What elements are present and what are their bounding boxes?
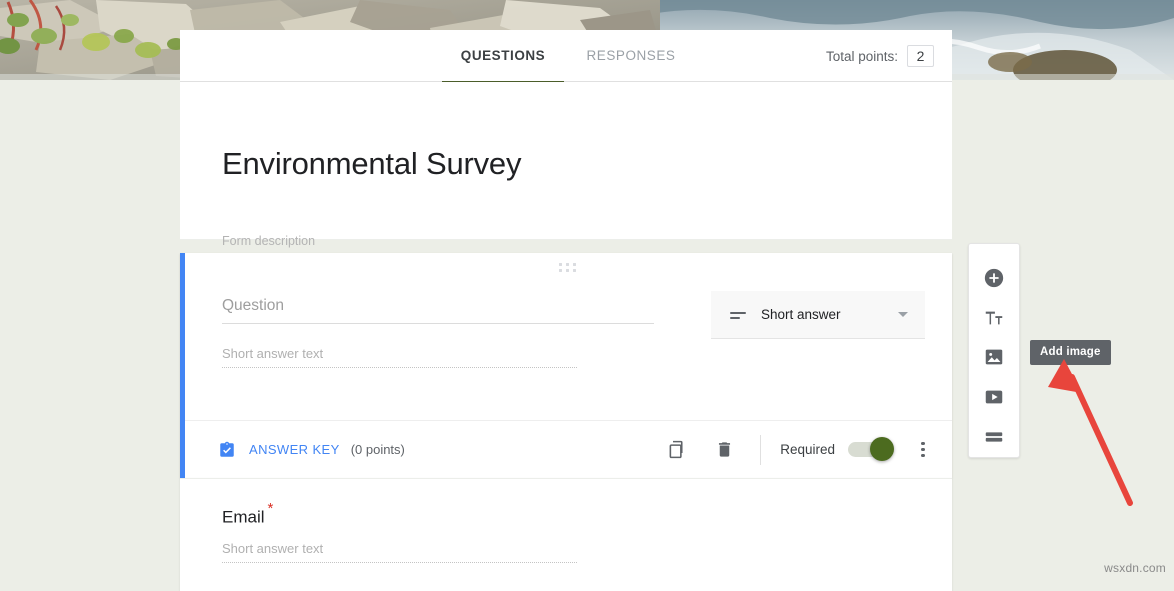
drag-handle-icon[interactable]: [558, 263, 579, 273]
duplicate-icon: [669, 440, 683, 459]
toggle-knob: [870, 437, 894, 461]
add-title-button[interactable]: [974, 298, 1014, 338]
required-toggle[interactable]: [848, 437, 894, 461]
required-label: Required: [780, 442, 835, 457]
question-row: Question Short answer: [185, 291, 952, 351]
question-title-input[interactable]: Question: [222, 297, 654, 324]
trash-icon: [718, 442, 730, 457]
email-title-text: Email: [222, 507, 265, 527]
section-icon: [985, 432, 1003, 442]
answer-key-points: (0 points): [350, 442, 405, 457]
question-type-label: Short answer: [761, 307, 841, 322]
form-editor-column: QUESTIONS RESPONSES Total points: 2 Envi…: [180, 30, 952, 591]
form-tab-bar: QUESTIONS RESPONSES Total points: 2: [180, 30, 952, 84]
toolbar-divider: [760, 434, 762, 465]
more-options-button[interactable]: [912, 439, 934, 461]
watermark: wsxdn.com: [1104, 561, 1166, 575]
total-points-value[interactable]: 2: [907, 45, 934, 67]
chevron-down-icon: [898, 312, 908, 317]
answer-key-button[interactable]: ANSWER KEY (0 points): [218, 441, 405, 459]
plus-circle-icon: [984, 268, 1004, 288]
question-card[interactable]: Question Short answer Short answer text …: [180, 253, 952, 478]
question-footer-toolbar: ANSWER KEY (0 points) Required: [185, 420, 952, 478]
tab-questions[interactable]: QUESTIONS: [442, 30, 564, 84]
add-video-button[interactable]: [974, 377, 1014, 417]
clipboard-check-icon: [220, 441, 234, 457]
short-answer-icon: [730, 309, 747, 321]
delete-button[interactable]: [707, 433, 741, 467]
email-question-card[interactable]: Email * Short answer text: [180, 478, 952, 591]
duplicate-button[interactable]: [659, 433, 693, 467]
add-question-button[interactable]: [974, 258, 1014, 298]
question-actions: Required: [659, 433, 934, 467]
form-title[interactable]: Environmental Survey: [222, 146, 521, 182]
short-answer-preview: Short answer text: [222, 346, 577, 368]
title-text-icon: [985, 311, 1003, 325]
email-answer-preview: Short answer text: [222, 541, 577, 563]
add-image-button[interactable]: [974, 338, 1014, 378]
form-description-placeholder[interactable]: Form description: [222, 234, 315, 248]
add-item-toolbar: [968, 243, 1020, 458]
add-section-button[interactable]: [974, 417, 1014, 457]
video-icon: [985, 390, 1003, 404]
answer-key-label: ANSWER KEY: [249, 442, 340, 457]
tab-responses[interactable]: RESPONSES: [572, 30, 690, 81]
form-header-card: Environmental Survey Form description: [180, 82, 952, 248]
total-points-label: Total points:: [825, 48, 898, 64]
email-question-title: Email *: [222, 500, 274, 528]
image-icon: [985, 350, 1003, 365]
question-type-select[interactable]: Short answer: [711, 291, 925, 339]
total-points: Total points: 2: [826, 45, 934, 67]
add-image-tooltip: Add image: [1030, 340, 1111, 365]
required-asterisk: *: [267, 500, 274, 517]
